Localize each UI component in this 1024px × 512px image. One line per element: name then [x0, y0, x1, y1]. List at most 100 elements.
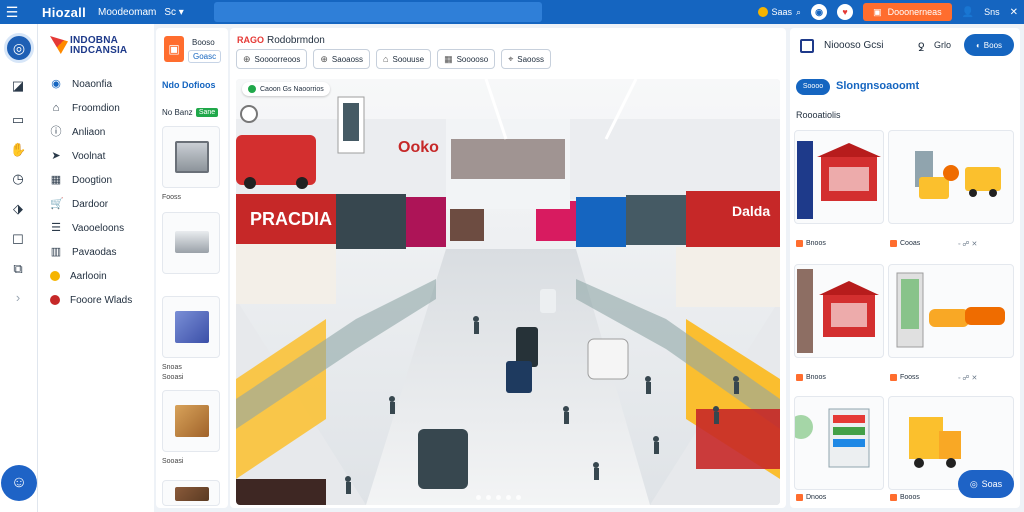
- heart-icon[interactable]: ♥: [837, 4, 854, 20]
- search-input[interactable]: [214, 2, 542, 22]
- filter-chip[interactable]: ⊕ Soooorreoos: [236, 49, 308, 69]
- truck-thumbnail: [915, 151, 1001, 199]
- list-icon: ☰: [51, 222, 61, 234]
- top-bar-actions: Saas ⌕ ◉ ♥ ▣ Dooonerneas 👤 Sns ✕: [757, 0, 1018, 24]
- nav-item-account[interactable]: Aarlooin: [50, 264, 132, 288]
- product-card[interactable]: [794, 396, 884, 490]
- breadcrumb-dropdown[interactable]: Sc ▾: [164, 7, 183, 18]
- coin-balance[interactable]: Saas ⌕: [757, 7, 801, 18]
- nav-item-vouchers[interactable]: ➤ Voolnat: [50, 144, 132, 168]
- product-card[interactable]: [162, 390, 220, 452]
- tools-icon[interactable]: ✕: [1010, 7, 1018, 18]
- booth-thumbnail: [797, 269, 879, 353]
- carousel-dot[interactable]: [476, 495, 481, 500]
- product-card[interactable]: [888, 130, 1014, 224]
- product-card[interactable]: [162, 480, 220, 506]
- product-column: ▣ Booso Goasc Ndo Dofioos No Banz Sane F…: [156, 28, 228, 508]
- chat-button[interactable]: ◎ Soas: [958, 470, 1014, 498]
- panel-info-link[interactable]: Grlo: [934, 40, 951, 50]
- nav-item-list[interactable]: ☰ Vaooeloons: [50, 216, 132, 240]
- section-subheading: Roooatiolis: [796, 110, 841, 120]
- kiosk-thumbnail: [175, 141, 209, 173]
- map-icon[interactable]: ◪: [10, 78, 26, 94]
- brand-title-line2: INDCANSIA: [70, 45, 128, 56]
- chevron-right-icon[interactable]: ›: [10, 290, 26, 306]
- store-logo-icon[interactable]: ▣: [164, 36, 184, 62]
- store-icon: [796, 494, 803, 501]
- app-brand[interactable]: Hiozall: [42, 5, 86, 20]
- home-icon: ◉: [51, 78, 61, 90]
- cart-icon: ⌂: [383, 54, 389, 64]
- nav-item-home[interactable]: ◉ Noaonfia: [50, 72, 132, 96]
- breadcrumb[interactable]: Moodeomam: [98, 7, 156, 18]
- product-card[interactable]: [888, 264, 1014, 358]
- carousel-dots[interactable]: [476, 495, 521, 500]
- product-card[interactable]: [162, 212, 220, 274]
- export-icon[interactable]: ⧉: [10, 261, 26, 277]
- user-icon[interactable]: 👤: [962, 7, 974, 18]
- status-badge: Sane: [196, 108, 218, 117]
- bag-icon[interactable]: ▭: [10, 112, 26, 128]
- settings-label[interactable]: Sns: [984, 7, 1000, 17]
- nav-item-store-world[interactable]: Fooore Wlads: [50, 288, 132, 312]
- nav-item-products[interactable]: ⌂ Froomdion: [50, 96, 132, 120]
- mall-hero-image[interactable]: PRACDIA Ooko Dalda Caoon Gs Naoorrios: [236, 79, 780, 505]
- store-follow-button[interactable]: Goasc: [188, 50, 222, 63]
- nav-label: Fooore Wlads: [70, 294, 133, 306]
- nav-label: Voolnat: [72, 150, 106, 162]
- store-icon: [890, 240, 897, 247]
- clock-icon[interactable]: ◷: [10, 171, 26, 187]
- cta-button[interactable]: ▣ Dooonerneas: [863, 3, 952, 21]
- nav-item-analytics[interactable]: ⓘ Anliaon: [50, 120, 132, 144]
- carousel-dot[interactable]: [516, 495, 521, 500]
- nav-label: Anliaon: [72, 126, 106, 138]
- carousel-dot[interactable]: [506, 495, 511, 500]
- filter-chip[interactable]: ⌖ Saooss: [501, 49, 551, 69]
- cars-thumbnail: [896, 272, 1005, 348]
- window-icon: [800, 39, 814, 53]
- product-label: Snoas: [162, 364, 182, 371]
- box-thumbnail: [175, 311, 209, 343]
- hand-icon[interactable]: ✋: [10, 142, 26, 158]
- share-icon[interactable]: ꝿ: [918, 40, 924, 55]
- product-meta: ◦ ☍ ✕: [958, 375, 978, 382]
- shelf-thumbnail: [795, 408, 870, 468]
- filter-chip[interactable]: ⊕ Saoaoss: [313, 49, 371, 69]
- panel-action-button[interactable]: ◐ Boos: [964, 34, 1014, 56]
- product-card[interactable]: [794, 130, 884, 224]
- category-pill[interactable]: Soooo: [796, 79, 830, 95]
- location-badge[interactable]: Caoon Gs Naoorrios: [242, 82, 330, 96]
- hamburger-menu-icon[interactable]: ☰: [0, 4, 24, 21]
- product-card[interactable]: [162, 296, 220, 358]
- store-sign: Ooko: [398, 139, 439, 156]
- nav-item-cart[interactable]: 🛒 Dardoor: [50, 192, 132, 216]
- brand-logo[interactable]: INDOBNA INDCANSIA: [50, 36, 127, 56]
- shop-icon: ▦: [50, 174, 62, 186]
- printer-thumbnail: [175, 231, 209, 253]
- filter-chip[interactable]: ▦ Sooooso: [437, 49, 496, 69]
- cta-icon: ▣: [873, 6, 882, 17]
- store-name: Booso: [192, 38, 215, 47]
- map-pin-icon[interactable]: [240, 105, 258, 123]
- support-agent-icon[interactable]: ☺: [1, 465, 37, 501]
- app-logo-icon[interactable]: ◎: [4, 33, 34, 63]
- notification-icon[interactable]: ◉: [811, 4, 828, 20]
- carousel-dot[interactable]: [496, 495, 501, 500]
- carousel-dot[interactable]: [486, 495, 491, 500]
- square-icon[interactable]: ☐: [10, 232, 26, 248]
- link-icon: ⊕: [243, 53, 251, 64]
- nav-item-storefront[interactable]: ▦ Doogtion: [50, 168, 132, 192]
- product-label: Sooasi: [162, 374, 184, 381]
- tag-icon[interactable]: ⬗: [10, 201, 26, 217]
- product-card[interactable]: [794, 264, 884, 358]
- product-label-text: Bnoos: [806, 240, 826, 247]
- nav-label: Pavaodas: [72, 246, 117, 258]
- nav-label: Dardoor: [72, 198, 109, 210]
- nav-item-reports[interactable]: ▥ Pavaodas: [50, 240, 132, 264]
- flag-icon: [50, 36, 68, 54]
- product-label-text: Booos: [900, 494, 920, 501]
- product-card[interactable]: [162, 126, 220, 188]
- filter-chip[interactable]: ⌂ Soouuse: [376, 49, 432, 69]
- filter-label: Sooooso: [456, 54, 489, 64]
- product-label-text: Dnoos: [806, 494, 827, 501]
